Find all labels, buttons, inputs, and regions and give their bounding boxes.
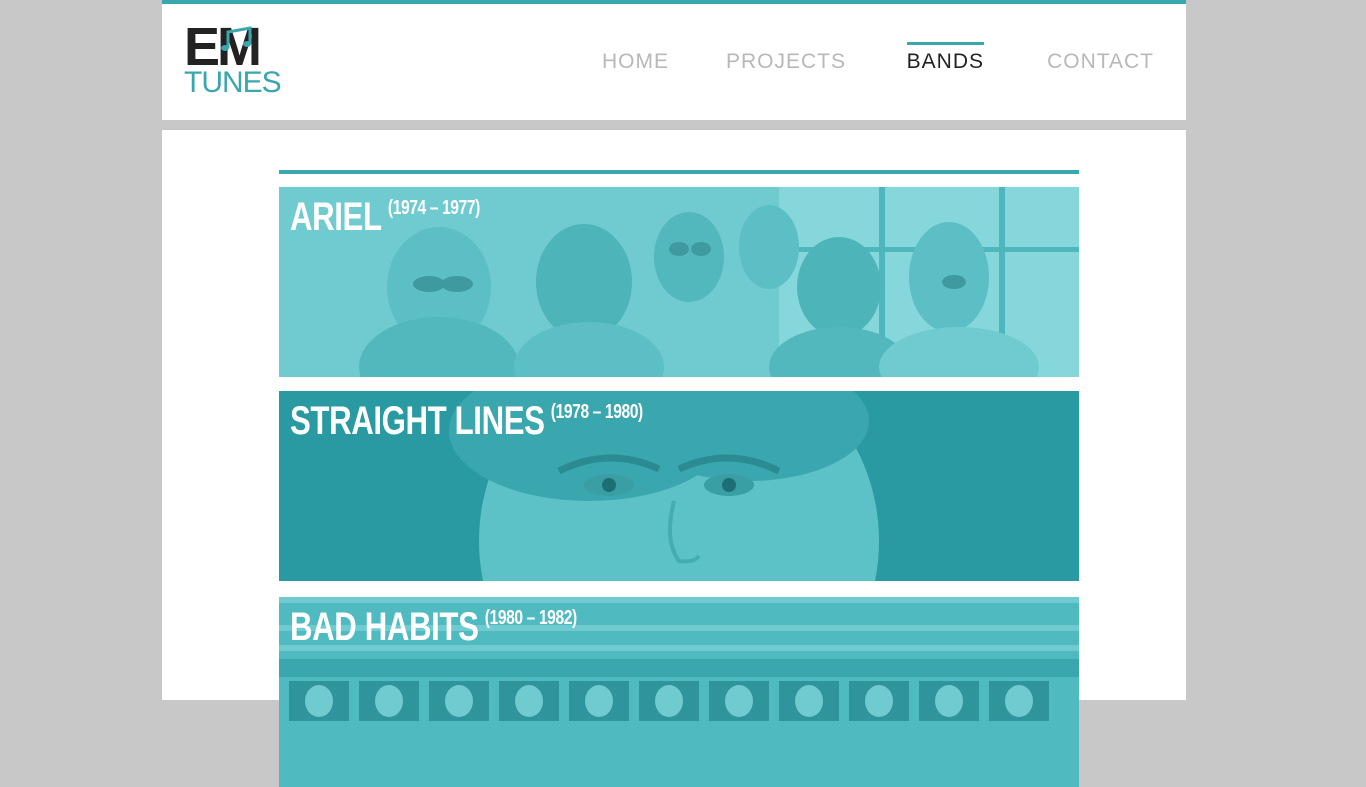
band-name: ARIEL — [290, 195, 382, 239]
band-years: (1980 – 1982) — [484, 607, 577, 629]
em-tunes-logo[interactable]: EM TUNES — [184, 20, 286, 100]
nav-bands[interactable]: BANDS — [906, 42, 985, 74]
band-title-ariel: ARIEL (1974 – 1977) — [290, 195, 480, 240]
band-card-ariel[interactable]: ARIEL (1974 – 1977) — [279, 187, 1079, 377]
band-card-straight-lines[interactable]: STRAIGHT LINES (1978 – 1980) — [279, 391, 1079, 581]
main-content: ARIEL (1974 – 1977) STRAIGHT LINES (1978 –… — [162, 130, 1186, 787]
nav-projects[interactable]: PROJECTS — [726, 50, 846, 74]
band-title-straight-lines: STRAIGHT LINES (1978 – 1980) — [290, 399, 643, 444]
band-card-bad-habits[interactable]: BAD HABITS (1980 – 1982) — [279, 597, 1079, 787]
site-header: EM TUNES HOME PROJECTS BANDS CONTACT — [162, 0, 1186, 120]
band-title-bad-habits: BAD HABITS (1980 – 1982) — [290, 605, 577, 650]
band-name: STRAIGHT LINES — [290, 399, 545, 443]
band-years: (1978 – 1980) — [550, 401, 643, 423]
band-years: (1974 – 1977) — [387, 197, 480, 219]
music-note-icon — [221, 26, 252, 51]
accent-divider — [279, 170, 1079, 174]
nav-home[interactable]: HOME — [602, 50, 669, 74]
nav-contact[interactable]: CONTACT — [1047, 50, 1154, 74]
logo-tunes-text: TUNES — [184, 66, 282, 99]
band-name: BAD HABITS — [290, 605, 479, 649]
